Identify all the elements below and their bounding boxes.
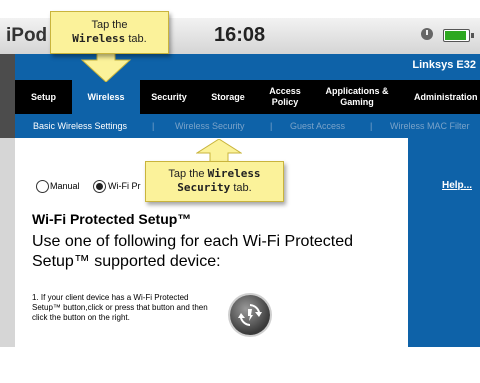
tab-administration[interactable]: Administration (402, 80, 480, 114)
subnav-basic-wireless-settings[interactable]: Basic Wireless Settings (33, 121, 127, 131)
subnav-wireless-mac-filter[interactable]: Wireless MAC Filter (390, 121, 470, 131)
callout-bold-1: Wireless (207, 167, 261, 180)
subnav-separator: | (152, 121, 155, 131)
tab-setup[interactable]: Setup (15, 80, 72, 114)
tip-callout-wireless-security: Tap the Wireless Security tab. (145, 161, 284, 202)
callout-suffix: tab. (233, 182, 252, 194)
tab-security[interactable]: Security (140, 80, 198, 114)
subnav-separator: | (370, 121, 373, 131)
section-title: Wi-Fi Protected Setup™ (32, 211, 192, 227)
wps-button[interactable] (230, 295, 270, 335)
wps-icon (238, 304, 262, 326)
callout-line2: Security tab. (146, 181, 283, 195)
section-subtitle: Use one of following for each Wi-Fi Prot… (32, 233, 354, 270)
help-sidebar (408, 138, 480, 347)
subnav-wireless-security[interactable]: Wireless Security (175, 121, 245, 131)
content-left-gutter (0, 138, 15, 347)
radio-manual-label: Manual (50, 181, 80, 191)
sub-navigation: Basic Wireless Settings | Wireless Secur… (15, 114, 480, 138)
subnav-separator: | (270, 121, 273, 131)
clock-icon (421, 28, 433, 40)
radio-wifi-protected-setup-label: Wi-Fi Pr (108, 181, 141, 191)
screen-frame: iPod 16:08 TM Linksys E32 Setup Wireless… (0, 0, 480, 347)
callout-suffix: tab. (128, 33, 147, 45)
bottom-whitespace (0, 347, 480, 383)
battery-icon (443, 29, 474, 42)
tab-storage[interactable]: Storage (198, 80, 258, 114)
step-instructions: 1. If your client device has a Wi-Fi Pro… (32, 293, 208, 322)
status-time: 16:08 (214, 24, 266, 46)
arrow-up-icon (196, 139, 242, 163)
subnav-guest-access[interactable]: Guest Access (290, 121, 345, 131)
arrow-down-icon (80, 50, 132, 82)
help-link[interactable]: Help... (442, 180, 472, 191)
callout-prefix: Tap the (168, 168, 205, 180)
tab-access-policy[interactable]: Access Policy (258, 80, 312, 114)
callout-text: Tap the (91, 19, 128, 31)
main-tab-bar: Setup Wireless Security Storage Access P… (15, 80, 480, 114)
callout-bold-2: Security (177, 181, 231, 194)
callout-bold: Wireless (72, 32, 126, 45)
tab-applications-gaming[interactable]: Applications & Gaming (312, 80, 402, 114)
radio-wifi-protected-setup[interactable] (93, 180, 106, 193)
callout-line1: Tap the Wireless (146, 167, 283, 181)
callout-text-line2: Wireless tab. (51, 32, 168, 46)
tip-callout-wireless-tab: Tap the Wireless tab. (50, 11, 169, 54)
device-name: iPod (6, 25, 48, 46)
tab-wireless[interactable]: Wireless (72, 80, 140, 114)
brand-label: Linksys E32 (412, 59, 476, 71)
radio-manual[interactable] (36, 180, 49, 193)
